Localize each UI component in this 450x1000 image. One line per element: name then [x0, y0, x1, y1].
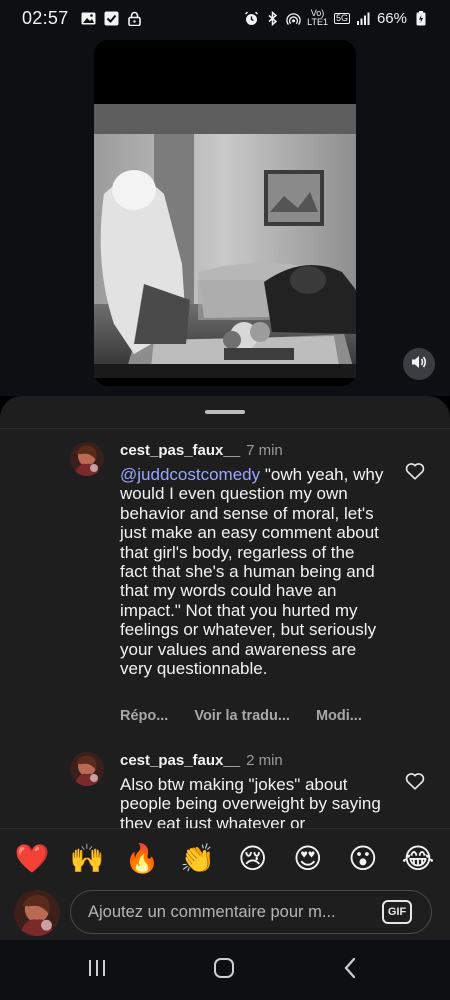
status-bar: 02:57 Vo) LTE1 5G 66%	[0, 0, 450, 36]
avatar[interactable]	[70, 752, 104, 786]
checkbox-notification-icon	[104, 11, 119, 26]
network-5g-badge: 5G	[333, 12, 350, 24]
comment-actions: Répo... Voir la tradu... Modi...	[120, 708, 362, 724]
edit-button[interactable]: Modi...	[316, 708, 362, 724]
video-frame	[94, 104, 356, 378]
drag-handle[interactable]	[205, 410, 245, 414]
gif-button[interactable]: GIF	[382, 900, 412, 924]
reaction-fire[interactable]: 🔥	[124, 841, 160, 877]
comment-body: Also btw making "jokes" about people bei…	[120, 775, 381, 833]
signal-icon	[356, 11, 371, 26]
reaction-laughing[interactable]: 😂	[400, 841, 436, 877]
like-button[interactable]	[404, 460, 426, 482]
comment-meta: cest_pas_faux__ 2 min	[120, 752, 283, 769]
comment-input-placeholder: Ajoutez un commentaire pour m...	[88, 902, 336, 921]
status-time: 02:57	[22, 7, 69, 28]
comment-time: 7 min	[246, 442, 283, 459]
recent-apps-button[interactable]	[83, 956, 111, 984]
alarm-icon	[244, 11, 259, 26]
home-icon	[213, 957, 235, 984]
comment-text: "owh yeah, why would I even question my …	[120, 465, 384, 679]
heart-icon	[404, 463, 426, 486]
recent-apps-icon	[86, 958, 108, 983]
home-button[interactable]	[210, 956, 238, 984]
comment-body: @juddcostcomedy "owh yeah, why would I e…	[120, 465, 385, 678]
gallery-icon	[81, 11, 96, 26]
like-button[interactable]	[404, 770, 426, 792]
sheet-divider	[0, 428, 450, 429]
lte-label: LTE1	[307, 17, 328, 27]
heart-icon	[404, 773, 426, 796]
speaker-icon	[411, 355, 427, 374]
bluetooth-icon	[265, 10, 280, 26]
reaction-crying[interactable]: 😢	[235, 841, 271, 877]
hotspot-icon	[286, 11, 301, 26]
volte-indicator: Vo) LTE1	[307, 9, 328, 27]
video-player[interactable]	[94, 40, 356, 386]
reaction-heart[interactable]: ❤️	[14, 841, 50, 877]
video-stage	[0, 36, 450, 396]
comment-input[interactable]: Ajoutez un commentaire pour m...	[70, 890, 432, 934]
comment-mention[interactable]: @juddcostcomedy	[120, 465, 260, 484]
comment-username[interactable]: cest_pas_faux__	[120, 752, 240, 769]
my-avatar	[14, 890, 60, 936]
comment-time: 2 min	[246, 752, 283, 769]
battery-percent: 66%	[376, 9, 407, 27]
reply-button[interactable]: Répo...	[120, 708, 168, 724]
comment-username[interactable]: cest_pas_faux__	[120, 442, 240, 459]
reaction-heart-eyes[interactable]: 😍	[290, 841, 326, 877]
lock-icon	[127, 11, 142, 26]
battery-icon	[413, 10, 428, 26]
system-nav-bar	[0, 940, 450, 1000]
comment-composer: Ajoutez un commentaire pour m... GIF	[0, 888, 450, 940]
back-icon	[342, 957, 358, 984]
reaction-raised-hands[interactable]: 🙌	[69, 841, 105, 877]
comment-meta: cest_pas_faux__ 7 min	[120, 442, 283, 459]
avatar[interactable]	[70, 442, 104, 476]
quick-reactions-bar: ❤️ 🙌 🔥 👏 😢 😍 😮 😂	[0, 828, 450, 888]
translate-button[interactable]: Voir la tradu...	[194, 708, 290, 724]
reaction-surprised[interactable]: 😮	[345, 841, 381, 877]
reaction-clap[interactable]: 👏	[179, 841, 215, 877]
back-button[interactable]	[336, 956, 364, 984]
volume-button[interactable]	[403, 348, 435, 380]
